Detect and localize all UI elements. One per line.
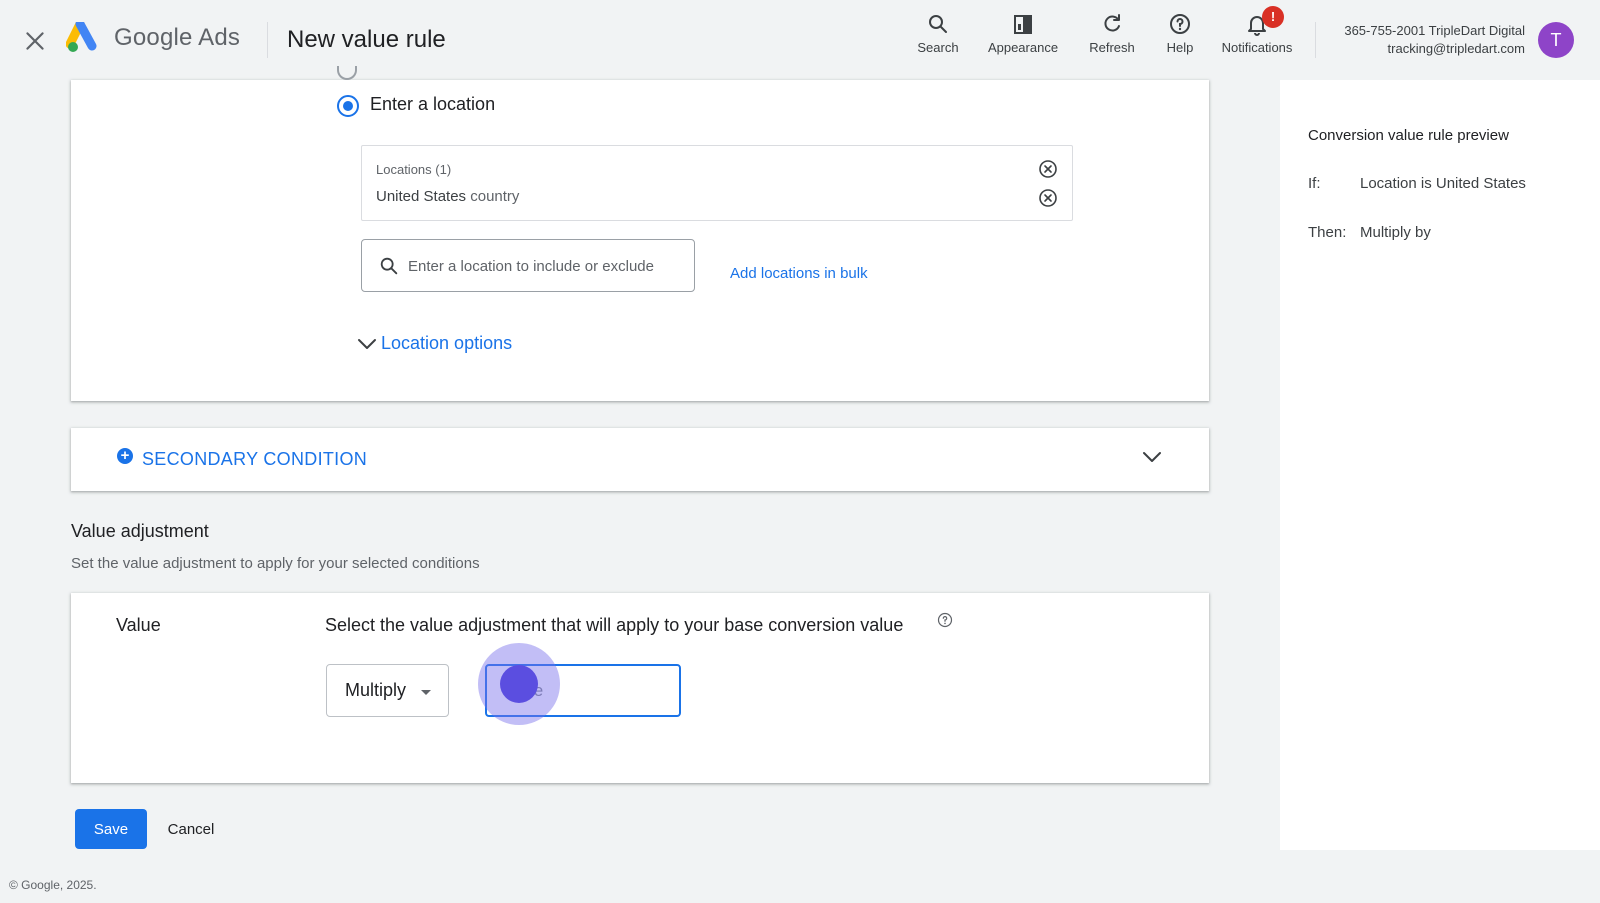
- operation-selected: Multiply: [345, 680, 407, 700]
- account-id: 365-755-2001 TripleDart Digital: [1344, 23, 1525, 38]
- refresh-button[interactable]: Refresh: [1084, 12, 1140, 62]
- dropdown-arrow-icon: [421, 690, 431, 695]
- help-icon[interactable]: [937, 612, 953, 628]
- remove-all-icon[interactable]: [1038, 159, 1058, 179]
- preview-if-value: Location is United States: [1360, 175, 1526, 192]
- radio-enter-location-label[interactable]: Enter a location: [370, 94, 495, 115]
- header-divider-right: [1315, 22, 1316, 58]
- operation-dropdown[interactable]: Multiply: [326, 664, 449, 717]
- value-instruction: Select the value adjustment that will ap…: [325, 615, 904, 635]
- refresh-icon: [1104, 14, 1120, 32]
- location-name: United States: [376, 188, 467, 205]
- selected-locations-box: Locations (1) United States country: [361, 145, 1073, 221]
- chevron-down-icon: [1143, 452, 1161, 462]
- location-options-label: Location options: [381, 333, 513, 353]
- close-icon[interactable]: [22, 28, 48, 54]
- save-button[interactable]: Save: [75, 809, 147, 849]
- locations-count-title: Locations (1): [376, 162, 452, 177]
- refresh-label: Refresh: [1089, 40, 1135, 55]
- google-ads-logo-icon: [65, 19, 102, 54]
- value-field[interactable]: [485, 664, 681, 717]
- value-input[interactable]: [501, 678, 661, 704]
- location-item: United States country: [376, 188, 519, 205]
- cancel-button[interactable]: Cancel: [158, 809, 224, 849]
- search-icon: [929, 15, 947, 33]
- value-adjustment-description: Set the value adjustment to apply for yo…: [71, 555, 480, 572]
- brand-name: Google Ads: [114, 24, 241, 51]
- help-button[interactable]: Help: [1160, 12, 1200, 62]
- preview-if-label: If:: [1308, 175, 1321, 192]
- copyright-footer: © Google, 2025.: [9, 878, 97, 892]
- search-button[interactable]: Search: [912, 12, 964, 62]
- appearance-icon: [1014, 15, 1032, 34]
- page-title: New value rule: [287, 26, 446, 53]
- avatar[interactable]: T: [1538, 22, 1574, 58]
- account-email: tracking@tripledart.com: [1387, 41, 1525, 56]
- help-icon: [1170, 14, 1190, 34]
- location-search-field[interactable]: [361, 239, 695, 292]
- search-label: Search: [917, 40, 959, 55]
- preview-then-label: Then:: [1308, 224, 1347, 241]
- header-divider: [267, 22, 268, 58]
- rule-preview-panel: Conversion value rule preview If: Locati…: [1280, 80, 1600, 850]
- secondary-condition-panel[interactable]: + SECONDARY CONDITION: [71, 428, 1209, 491]
- location-search-input[interactable]: [408, 250, 688, 282]
- value-adjustment-title: Value adjustment: [71, 521, 209, 541]
- remove-location-icon[interactable]: [1038, 188, 1058, 208]
- notifications-button[interactable]: Notifications !: [1214, 6, 1300, 62]
- appearance-button[interactable]: Appearance: [980, 12, 1066, 62]
- location-type: country: [470, 188, 520, 205]
- appearance-label: Appearance: [987, 40, 1059, 55]
- notification-badge: !: [1262, 6, 1284, 28]
- preview-title: Conversion value rule preview: [1308, 127, 1509, 144]
- radio-enter-location[interactable]: [337, 95, 359, 117]
- account-info[interactable]: 365-755-2001 TripleDart Digital tracking…: [1320, 22, 1525, 58]
- value-label: Value: [116, 615, 161, 635]
- top-bar: Google Ads New value rule Search Appeara…: [0, 0, 1600, 80]
- search-icon: [380, 257, 398, 275]
- preview-then-value: Multiply by: [1360, 224, 1431, 241]
- add-locations-bulk-link[interactable]: Add locations in bulk: [730, 265, 868, 282]
- help-label: Help: [1166, 40, 1194, 55]
- notifications-label: Notifications: [1221, 40, 1293, 55]
- value-card: Value Select the value adjustment that w…: [71, 593, 1209, 783]
- chevron-down-icon: [358, 339, 376, 349]
- secondary-condition-label: SECONDARY CONDITION: [142, 449, 368, 469]
- add-circle-icon: +: [117, 448, 133, 464]
